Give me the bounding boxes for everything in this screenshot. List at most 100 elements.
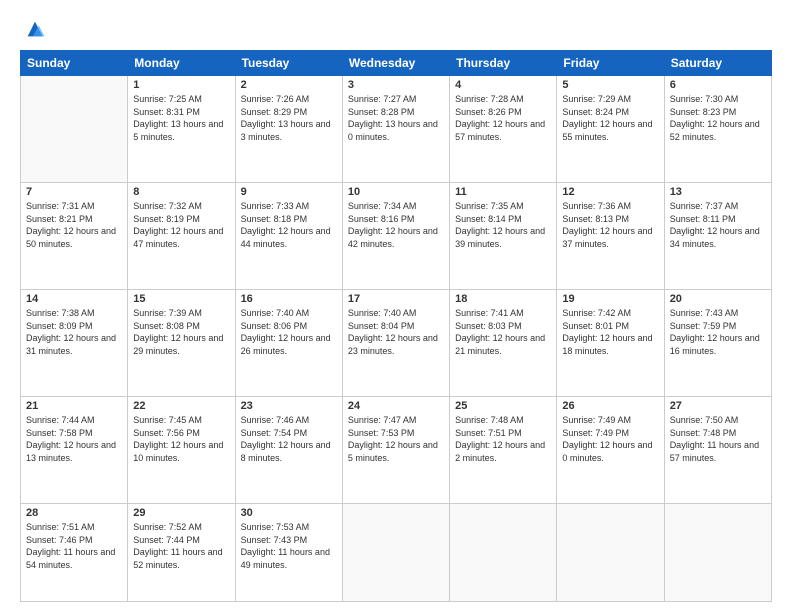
day-number: 1 bbox=[133, 79, 229, 91]
day-info: Sunrise: 7:44 AM Sunset: 7:58 PM Dayligh… bbox=[26, 414, 122, 464]
day-info: Sunrise: 7:38 AM Sunset: 8:09 PM Dayligh… bbox=[26, 307, 122, 357]
table-row: 28 Sunrise: 7:51 AM Sunset: 7:46 PM Dayli… bbox=[21, 504, 128, 602]
day-info: Sunrise: 7:50 AM Sunset: 7:48 PM Dayligh… bbox=[670, 414, 766, 464]
day-number: 23 bbox=[241, 400, 337, 412]
table-row: 1 Sunrise: 7:25 AM Sunset: 8:31 PM Daylig… bbox=[128, 76, 235, 183]
table-row: 26Sunrise: 7:49 AM Sunset: 7:49 PM Dayli… bbox=[557, 397, 664, 504]
day-number: 11 bbox=[455, 186, 551, 198]
day-info: Sunrise: 7:30 AM Sunset: 8:23 PM Dayligh… bbox=[670, 93, 766, 143]
day-number: 19 bbox=[562, 293, 658, 305]
day-info: Sunrise: 7:31 AM Sunset: 8:21 PM Dayligh… bbox=[26, 200, 122, 250]
logo bbox=[20, 18, 46, 40]
col-sunday: Sunday bbox=[21, 51, 128, 76]
day-number: 30 bbox=[241, 507, 337, 519]
day-number: 8 bbox=[133, 186, 229, 198]
day-number: 22 bbox=[133, 400, 229, 412]
day-number: 3 bbox=[348, 79, 444, 91]
calendar-week-row: 1 Sunrise: 7:25 AM Sunset: 8:31 PM Daylig… bbox=[21, 76, 772, 183]
day-info: Sunrise: 7:37 AM Sunset: 8:11 PM Dayligh… bbox=[670, 200, 766, 250]
table-row: 22 Sunrise: 7:45 AM Sunset: 7:56 PM Dayli… bbox=[128, 397, 235, 504]
table-row: 30 Sunrise: 7:53 AM Sunset: 7:43 PM Dayli… bbox=[235, 504, 342, 602]
table-row bbox=[557, 504, 664, 602]
day-number: 28 bbox=[26, 507, 122, 519]
col-monday: Monday bbox=[128, 51, 235, 76]
table-row: 18 Sunrise: 7:41 AM Sunset: 8:03 PM Dayli… bbox=[450, 290, 557, 397]
table-row: 27Sunrise: 7:50 AM Sunset: 7:48 PM Dayli… bbox=[664, 397, 771, 504]
day-info: Sunrise: 7:35 AM Sunset: 8:14 PM Dayligh… bbox=[455, 200, 551, 250]
day-number: 20 bbox=[670, 293, 766, 305]
day-info: Sunrise: 7:43 AM Sunset: 7:59 PM Dayligh… bbox=[670, 307, 766, 357]
col-thursday: Thursday bbox=[450, 51, 557, 76]
day-info: Sunrise: 7:47 AM Sunset: 7:53 PM Dayligh… bbox=[348, 414, 444, 464]
day-number: 21 bbox=[26, 400, 122, 412]
day-number: 5 bbox=[562, 79, 658, 91]
table-row: 5 Sunrise: 7:29 AM Sunset: 8:24 PM Daylig… bbox=[557, 76, 664, 183]
day-number: 25 bbox=[455, 400, 551, 412]
day-number: 9 bbox=[241, 186, 337, 198]
table-row: 8 Sunrise: 7:32 AM Sunset: 8:19 PM Daylig… bbox=[128, 183, 235, 290]
day-info: Sunrise: 7:29 AM Sunset: 8:24 PM Dayligh… bbox=[562, 93, 658, 143]
table-row bbox=[450, 504, 557, 602]
day-info: Sunrise: 7:25 AM Sunset: 8:31 PM Dayligh… bbox=[133, 93, 229, 143]
day-info: Sunrise: 7:33 AM Sunset: 8:18 PM Dayligh… bbox=[241, 200, 337, 250]
day-info: Sunrise: 7:27 AM Sunset: 8:28 PM Dayligh… bbox=[348, 93, 444, 143]
day-info: Sunrise: 7:45 AM Sunset: 7:56 PM Dayligh… bbox=[133, 414, 229, 464]
day-number: 6 bbox=[670, 79, 766, 91]
day-info: Sunrise: 7:26 AM Sunset: 8:29 PM Dayligh… bbox=[241, 93, 337, 143]
table-row: 15 Sunrise: 7:39 AM Sunset: 8:08 PM Dayli… bbox=[128, 290, 235, 397]
table-row: 4Sunrise: 7:28 AM Sunset: 8:26 PM Daylig… bbox=[450, 76, 557, 183]
table-row: 25 Sunrise: 7:48 AM Sunset: 7:51 PM Dayli… bbox=[450, 397, 557, 504]
day-number: 29 bbox=[133, 507, 229, 519]
day-number: 18 bbox=[455, 293, 551, 305]
logo-icon bbox=[24, 18, 46, 40]
day-number: 24 bbox=[348, 400, 444, 412]
header bbox=[20, 18, 772, 40]
table-row: 13 Sunrise: 7:37 AM Sunset: 8:11 PM Dayli… bbox=[664, 183, 771, 290]
day-number: 17 bbox=[348, 293, 444, 305]
table-row: 16 Sunrise: 7:40 AM Sunset: 8:06 PM Dayli… bbox=[235, 290, 342, 397]
day-number: 12 bbox=[562, 186, 658, 198]
day-number: 26 bbox=[562, 400, 658, 412]
day-info: Sunrise: 7:40 AM Sunset: 8:04 PM Dayligh… bbox=[348, 307, 444, 357]
day-info: Sunrise: 7:51 AM Sunset: 7:46 PM Dayligh… bbox=[26, 521, 122, 571]
col-friday: Friday bbox=[557, 51, 664, 76]
table-row: 19 Sunrise: 7:42 AM Sunset: 8:01 PM Dayli… bbox=[557, 290, 664, 397]
day-number: 15 bbox=[133, 293, 229, 305]
calendar-table: Sunday Monday Tuesday Wednesday Thursday… bbox=[20, 50, 772, 602]
col-tuesday: Tuesday bbox=[235, 51, 342, 76]
day-info: Sunrise: 7:39 AM Sunset: 8:08 PM Dayligh… bbox=[133, 307, 229, 357]
day-number: 7 bbox=[26, 186, 122, 198]
calendar-week-row: 28 Sunrise: 7:51 AM Sunset: 7:46 PM Dayli… bbox=[21, 504, 772, 602]
table-row: 10Sunrise: 7:34 AM Sunset: 8:16 PM Dayli… bbox=[342, 183, 449, 290]
table-row bbox=[342, 504, 449, 602]
day-number: 16 bbox=[241, 293, 337, 305]
day-info: Sunrise: 7:52 AM Sunset: 7:44 PM Dayligh… bbox=[133, 521, 229, 571]
table-row: 29 Sunrise: 7:52 AM Sunset: 7:44 PM Dayli… bbox=[128, 504, 235, 602]
table-row: 9 Sunrise: 7:33 AM Sunset: 8:18 PM Daylig… bbox=[235, 183, 342, 290]
day-number: 14 bbox=[26, 293, 122, 305]
table-row: 12Sunrise: 7:36 AM Sunset: 8:13 PM Dayli… bbox=[557, 183, 664, 290]
day-info: Sunrise: 7:48 AM Sunset: 7:51 PM Dayligh… bbox=[455, 414, 551, 464]
calendar-week-row: 21 Sunrise: 7:44 AM Sunset: 7:58 PM Dayli… bbox=[21, 397, 772, 504]
table-row: 2 Sunrise: 7:26 AM Sunset: 8:29 PM Daylig… bbox=[235, 76, 342, 183]
calendar-header-row: Sunday Monday Tuesday Wednesday Thursday… bbox=[21, 51, 772, 76]
day-number: 10 bbox=[348, 186, 444, 198]
day-number: 2 bbox=[241, 79, 337, 91]
calendar-week-row: 14 Sunrise: 7:38 AM Sunset: 8:09 PM Dayli… bbox=[21, 290, 772, 397]
table-row: 14 Sunrise: 7:38 AM Sunset: 8:09 PM Dayli… bbox=[21, 290, 128, 397]
day-number: 13 bbox=[670, 186, 766, 198]
day-info: Sunrise: 7:53 AM Sunset: 7:43 PM Dayligh… bbox=[241, 521, 337, 571]
table-row: 6 Sunrise: 7:30 AM Sunset: 8:23 PM Daylig… bbox=[664, 76, 771, 183]
day-info: Sunrise: 7:40 AM Sunset: 8:06 PM Dayligh… bbox=[241, 307, 337, 357]
table-row: 11 Sunrise: 7:35 AM Sunset: 8:14 PM Dayli… bbox=[450, 183, 557, 290]
table-row bbox=[21, 76, 128, 183]
calendar-week-row: 7 Sunrise: 7:31 AM Sunset: 8:21 PM Daylig… bbox=[21, 183, 772, 290]
day-info: Sunrise: 7:32 AM Sunset: 8:19 PM Dayligh… bbox=[133, 200, 229, 250]
table-row: 20 Sunrise: 7:43 AM Sunset: 7:59 PM Dayli… bbox=[664, 290, 771, 397]
day-info: Sunrise: 7:42 AM Sunset: 8:01 PM Dayligh… bbox=[562, 307, 658, 357]
col-saturday: Saturday bbox=[664, 51, 771, 76]
day-number: 4 bbox=[455, 79, 551, 91]
table-row: 23Sunrise: 7:46 AM Sunset: 7:54 PM Dayli… bbox=[235, 397, 342, 504]
col-wednesday: Wednesday bbox=[342, 51, 449, 76]
day-info: Sunrise: 7:41 AM Sunset: 8:03 PM Dayligh… bbox=[455, 307, 551, 357]
